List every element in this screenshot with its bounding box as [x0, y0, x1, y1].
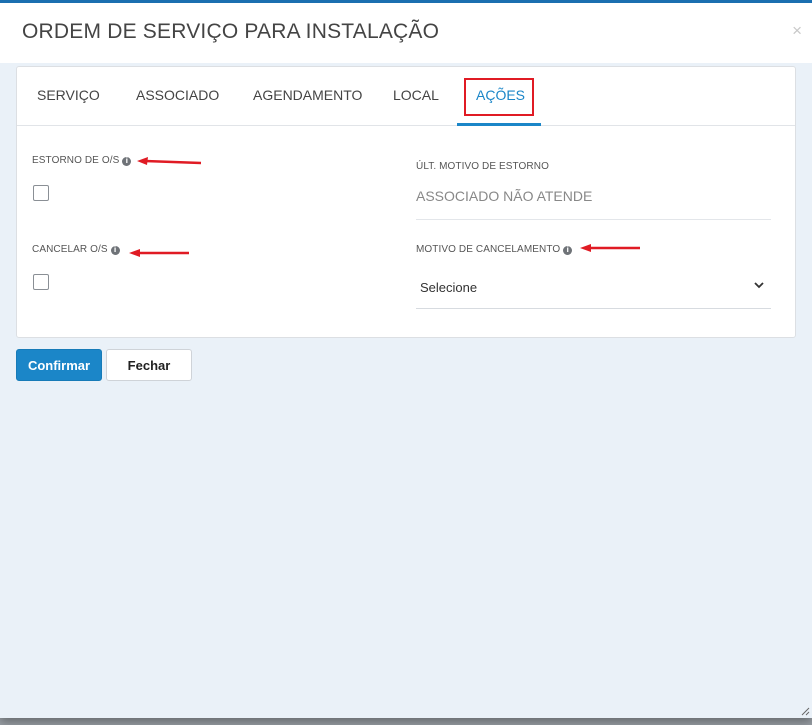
tab-highlight-box	[464, 78, 534, 116]
tab-associado[interactable]: ASSOCIADO	[136, 87, 219, 103]
tab-servico[interactable]: SERVIÇO	[37, 87, 100, 103]
tab-local[interactable]: LOCAL	[393, 87, 439, 103]
chevron-down-icon	[754, 282, 764, 289]
tab-bar: SERVIÇO ASSOCIADO AGENDAMENTO LOCAL AÇÕE…	[17, 67, 795, 126]
red-arrow-icon	[137, 157, 202, 165]
resize-grip-icon[interactable]	[800, 706, 810, 716]
info-icon: i	[563, 246, 573, 255]
ult-motivo-label: ÚLT. MOTIVO DE ESTORNO	[416, 161, 549, 172]
select-value: Selecione	[420, 280, 478, 295]
motivo-cancelamento-select[interactable]: Selecione	[416, 267, 771, 309]
active-tab-indicator	[457, 123, 541, 126]
ult-motivo-underline	[416, 219, 771, 220]
confirm-button[interactable]: Confirmar	[16, 349, 102, 381]
info-icon: i	[122, 157, 132, 166]
motivo-cancelamento-label: MOTIVO DE CANCELAMENTO i	[416, 244, 573, 255]
red-arrow-icon	[129, 249, 189, 257]
ult-motivo-value: ASSOCIADO NÃO ATENDE	[416, 188, 593, 204]
estorno-checkbox[interactable]	[33, 185, 49, 201]
estorno-label: ESTORNO DE O/S i	[32, 155, 132, 166]
cancelar-label: CANCELAR O/S i	[32, 244, 120, 255]
service-order-modal: ORDEM DE SERVIÇO PARA INSTALAÇÃO × SERVI…	[0, 0, 812, 718]
info-icon: i	[110, 246, 120, 255]
modal-title: ORDEM DE SERVIÇO PARA INSTALAÇÃO	[22, 20, 440, 43]
close-button[interactable]: Fechar	[106, 349, 192, 381]
close-icon[interactable]: ×	[792, 22, 802, 39]
cancelar-checkbox[interactable]	[33, 274, 49, 290]
red-arrow-icon	[580, 244, 640, 252]
modal-header: ORDEM DE SERVIÇO PARA INSTALAÇÃO ×	[0, 3, 812, 63]
tab-agendamento[interactable]: AGENDAMENTO	[253, 87, 362, 103]
form-card: SERVIÇO ASSOCIADO AGENDAMENTO LOCAL AÇÕE…	[16, 66, 796, 338]
